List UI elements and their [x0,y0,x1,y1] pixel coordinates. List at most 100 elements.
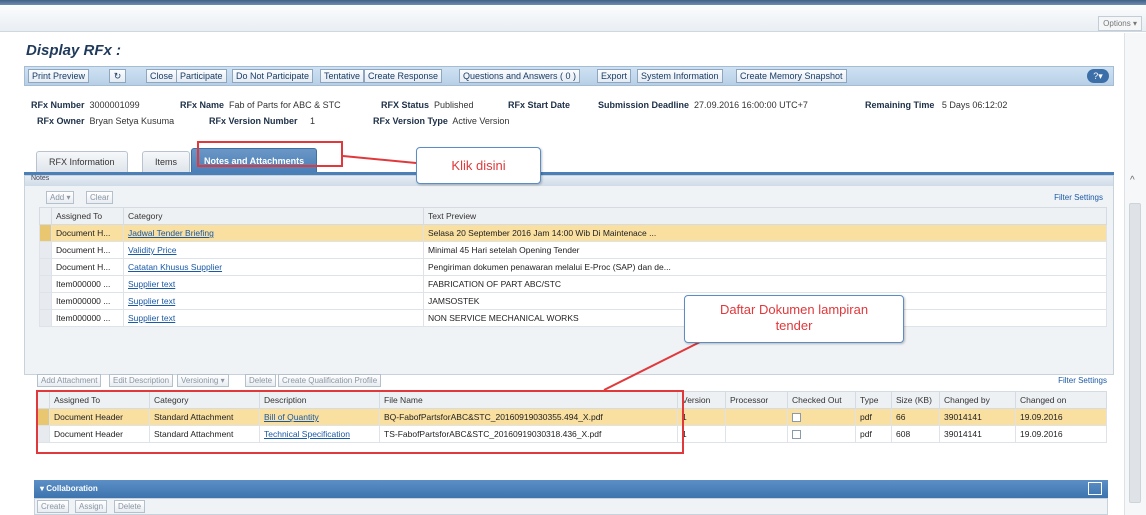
vertical-scrollbar[interactable]: ^ [1124,33,1146,515]
rfx-version-type-field: RFx Version Type Active Version [373,116,509,126]
collaboration-delete-button[interactable]: Delete [114,500,146,513]
refresh-icon[interactable]: ↻ [109,69,126,83]
notes-section-header[interactable]: Notes [25,175,1113,186]
main-toolbar: Print Preview ↻ Close Participate Do Not… [24,66,1114,86]
collaboration-create-button[interactable]: Create [37,500,70,513]
notes-add-button[interactable]: Add ▾ [46,191,75,204]
row-selector[interactable] [39,224,52,242]
column-header-size[interactable]: Size (KB) [891,391,940,409]
row-selector[interactable] [39,292,52,310]
column-header-text-preview[interactable]: Text Preview [423,207,1107,225]
attachments-toolbar: Add Attachment Edit Description Versioni… [37,373,1107,389]
export-button[interactable]: Export [597,69,632,83]
tab-rfx-information[interactable]: RFX Information [36,151,128,172]
scroll-up-icon[interactable]: ^ [1130,175,1135,186]
attachment-changed-by: 39014141 [939,408,1016,426]
checked-out-checkbox[interactable] [792,413,801,423]
options-button[interactable]: Options ▾ [1098,16,1142,31]
tab-strip: RFX Information Items Notes and Attachme… [24,148,1114,175]
column-header-assigned-to[interactable]: Assigned To [51,207,124,225]
maximize-icon[interactable] [1088,482,1102,495]
rfx-version-number-field: RFx Version Number 1 [209,116,315,126]
column-header-processor[interactable]: Processor [725,391,788,409]
note-text-preview: Pengiriman dokumen penawaran melalui E-P… [423,258,1107,276]
versioning-button[interactable]: Versioning ▾ [177,374,229,387]
attachment-changed-on: 19.09.2016 [1015,425,1107,443]
help-icon[interactable]: ?▾ [1087,69,1109,83]
note-assigned-to: Item000000 ... [51,292,124,310]
note-category-link[interactable]: Supplier text [128,279,175,289]
create-memory-snapshot-button[interactable]: Create Memory Snapshot [736,69,847,83]
note-category-link[interactable]: Catatan Khusus Supplier [128,262,222,272]
rfx-owner-label: RFx Owner [37,116,85,126]
annotation-attachments-highlight [36,390,684,454]
do-not-participate-button[interactable]: Do Not Participate [232,69,314,83]
rfx-start-date-field: RFx Start Date [508,100,570,110]
rfx-version-number-label: RFx Version Number [209,116,298,126]
collaboration-toolbar: Create Assign Delete [34,498,1108,515]
attachment-type: pdf [855,425,892,443]
attachment-checked-out [787,408,856,426]
attachment-size: 608 [891,425,940,443]
column-header-category[interactable]: Category [123,207,424,225]
row-selector[interactable] [39,275,52,293]
table-row[interactable]: Document H... Validity Price Minimal 45 … [39,241,1107,259]
tab-items[interactable]: Items [142,151,191,172]
rfx-status-value: Published [434,100,474,110]
add-attachment-button[interactable]: Add Attachment [37,374,102,387]
notes-filter-settings-link[interactable]: Filter Settings [1054,193,1103,202]
attachment-processor [725,425,788,443]
attachment-changed-by: 39014141 [939,425,1016,443]
create-qualification-profile-button[interactable]: Create Qualification Profile [278,374,382,387]
rfx-start-date-label: RFx Start Date [508,100,571,110]
questions-and-answers-button[interactable]: Questions and Answers ( 0 ) [459,69,581,83]
table-row[interactable]: Document H... Catatan Khusus Supplier Pe… [39,258,1107,276]
note-category-link[interactable]: Supplier text [128,313,175,323]
note-category-link[interactable]: Supplier text [128,296,175,306]
checked-out-checkbox[interactable] [792,430,801,440]
attachments-filter-settings-link[interactable]: Filter Settings [1058,376,1107,385]
note-category-link[interactable]: Jadwal Tender Briefing [128,228,214,238]
notes-table-header: Assigned To Category Text Preview [39,207,1107,225]
attachment-type: pdf [855,408,892,426]
column-header-changed-by[interactable]: Changed by [939,391,1016,409]
table-row[interactable]: Item000000 ... Supplier text FABRICATION… [39,275,1107,293]
create-response-button[interactable]: Create Response [364,69,443,83]
note-category-link[interactable]: Validity Price [128,245,177,255]
row-selector-header[interactable] [39,207,52,225]
close-button[interactable]: Close [146,69,178,83]
row-selector[interactable] [39,258,52,276]
column-header-checked-out[interactable]: Checked Out [787,391,856,409]
attachment-changed-on: 19.09.2016 [1015,408,1107,426]
rfx-owner-value: Bryan Setya Kusuma [89,116,175,126]
rfx-status-field: RFX Status Published [381,100,474,110]
rfx-name-value: Fab of Parts for ABC & STC [229,100,341,110]
row-selector[interactable] [39,309,52,327]
print-preview-button[interactable]: Print Preview [28,69,90,83]
annotation-tab-highlight [197,141,343,167]
notes-clear-button[interactable]: Clear [86,191,114,204]
system-information-button[interactable]: System Information [637,69,723,83]
table-row[interactable]: Item000000 ... Supplier text JAMSOSTEK [39,292,1107,310]
row-selector[interactable] [39,241,52,259]
tentative-button[interactable]: Tentative [320,69,365,83]
note-text-preview: FABRICATION OF PART ABC/STC [423,275,1107,293]
rfx-number-value: 3000001099 [89,100,140,110]
participate-button[interactable]: Participate [176,69,227,83]
column-header-version[interactable]: Version [677,391,726,409]
column-header-changed-on[interactable]: Changed on [1015,391,1107,409]
table-row[interactable]: Document H... Jadwal Tender Briefing Sel… [39,224,1107,242]
notes-add-label: Add [50,193,65,202]
rfx-owner-field: RFx Owner Bryan Setya Kusuma [37,116,174,126]
collaboration-section-header[interactable]: ▾ Collaboration [34,480,1108,498]
column-header-type[interactable]: Type [855,391,892,409]
scroll-thumb[interactable] [1129,203,1141,503]
note-assigned-to: Document H... [51,224,124,242]
delete-attachment-button[interactable]: Delete [245,374,277,387]
remaining-time-value: 5 Days 06:12:02 [941,100,1008,110]
edit-description-button[interactable]: Edit Description [109,374,174,387]
submission-deadline-value: 27.09.2016 16:00:00 UTC+7 [694,100,808,110]
table-row[interactable]: Item000000 ... Supplier text NON SERVICE… [39,309,1107,327]
attachment-processor [725,408,788,426]
collaboration-assign-button[interactable]: Assign [75,500,108,513]
